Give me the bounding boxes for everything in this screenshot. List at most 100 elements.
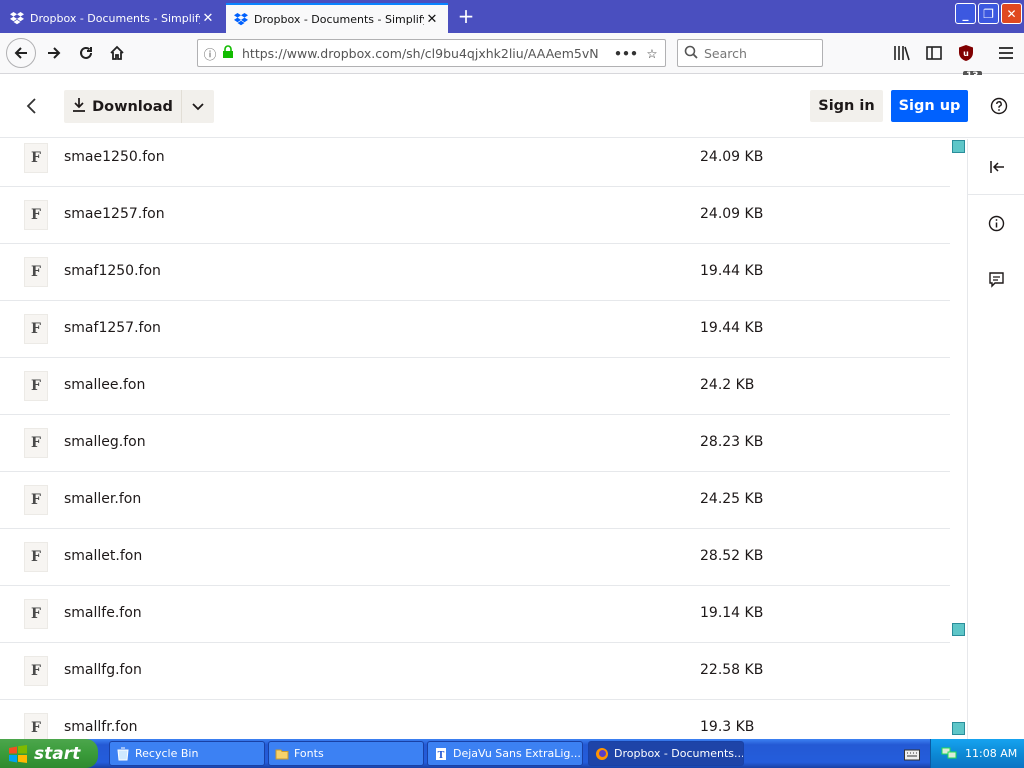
file-row[interactable]: Fsmallet.fon 28.52 KB xyxy=(0,529,950,586)
font-file-icon: F xyxy=(24,314,48,344)
close-window-button[interactable]: ✕ xyxy=(1001,3,1022,24)
font-file-icon: F xyxy=(24,428,48,458)
file-row[interactable]: Fsmallfg.fon 22.58 KB xyxy=(0,643,950,700)
font-file-icon: F xyxy=(24,371,48,401)
forward-arrow-icon[interactable] xyxy=(40,39,68,67)
sign-in-button[interactable]: Sign in xyxy=(810,90,883,122)
recycle-bin-icon xyxy=(116,747,130,761)
search-placeholder: Search xyxy=(704,45,747,61)
network-tray-icon[interactable] xyxy=(941,745,957,762)
dropbox-favicon-icon xyxy=(234,12,248,26)
scrollbar-up-marker[interactable] xyxy=(952,140,965,153)
file-name[interactable]: smae1250.fon xyxy=(64,149,165,165)
scrollbar-down-marker[interactable] xyxy=(952,722,965,735)
library-icon[interactable] xyxy=(891,42,913,64)
file-name[interactable]: smallfr.fon xyxy=(64,719,138,735)
new-tab-icon[interactable]: + xyxy=(455,5,477,27)
file-row[interactable]: Fsmae1257.fon 24.09 KB xyxy=(0,187,950,244)
comment-icon[interactable] xyxy=(968,251,1024,307)
file-name[interactable]: smallee.fon xyxy=(64,377,145,393)
file-name[interactable]: smaf1257.fon xyxy=(64,320,161,336)
home-icon[interactable] xyxy=(103,39,131,67)
file-row[interactable]: Fsmalleg.fon 28.23 KB xyxy=(0,415,950,472)
file-name[interactable]: smaller.fon xyxy=(64,491,141,507)
download-icon xyxy=(72,97,86,116)
scrollbar-thumb-marker[interactable] xyxy=(952,623,965,636)
page-actions-icon[interactable]: ••• xyxy=(613,46,639,61)
taskbar-item-dejavu-font[interactable]: T DejaVu Sans ExtraLig... xyxy=(427,741,583,766)
close-tab-icon[interactable]: ✕ xyxy=(200,11,216,26)
lock-icon xyxy=(222,45,238,61)
url-bar[interactable]: ⓘ https://www.dropbox.com/sh/cl9bu4qjxhk… xyxy=(197,39,666,67)
font-file-icon: F xyxy=(24,656,48,686)
file-row[interactable]: Fsmallfe.fon 19.14 KB xyxy=(0,586,950,643)
file-row[interactable]: Fsmallee.fon 24.2 KB xyxy=(0,358,950,415)
file-row[interactable]: Fsmaf1257.fon 19.44 KB xyxy=(0,301,950,358)
minimize-window-button[interactable]: _ xyxy=(955,3,976,24)
url-text[interactable]: https://www.dropbox.com/sh/cl9bu4qjxhk2l… xyxy=(238,46,613,61)
font-file-icon: F xyxy=(24,257,48,287)
file-name[interactable]: smallfe.fon xyxy=(64,605,142,621)
back-chevron-icon[interactable] xyxy=(22,95,42,117)
font-file-icon: F xyxy=(24,485,48,515)
back-arrow-icon[interactable] xyxy=(6,38,36,68)
restore-window-button[interactable]: ❐ xyxy=(978,3,999,24)
browser-tab-active[interactable]: Dropbox - Documents - Simplify yo ✕ xyxy=(226,3,448,33)
browser-tab[interactable]: Dropbox - Documents - Simplify yo ✕ xyxy=(2,3,224,33)
task-label: DejaVu Sans ExtraLig... xyxy=(453,747,581,760)
file-name[interactable]: smae1257.fon xyxy=(64,206,165,222)
file-row[interactable]: Fsmallfr.fon 19.3 KB xyxy=(0,700,950,739)
file-size: 19.44 KB xyxy=(700,263,764,279)
task-label: Fonts xyxy=(294,747,324,760)
font-file-icon: T xyxy=(434,747,448,761)
file-name[interactable]: smalleg.fon xyxy=(64,434,146,450)
sidebar-toggle-icon[interactable] xyxy=(923,42,945,64)
info-icon[interactable]: ⓘ xyxy=(198,44,222,63)
collapse-sidebar-icon[interactable] xyxy=(968,139,1024,195)
windows-taskbar: start Recycle Bin Fonts T DejaVu Sans Ex… xyxy=(0,739,1024,768)
svg-text:T: T xyxy=(438,751,445,761)
file-name[interactable]: smaf1250.fon xyxy=(64,263,161,279)
font-file-icon: F xyxy=(24,599,48,629)
download-options-chevron-icon[interactable] xyxy=(181,90,214,123)
start-button[interactable]: start xyxy=(0,739,98,768)
folder-icon xyxy=(275,747,289,761)
font-file-icon: F xyxy=(24,713,48,739)
right-sidebar xyxy=(967,139,1024,739)
scrollbar[interactable] xyxy=(951,139,967,739)
file-size: 24.2 KB xyxy=(700,377,755,393)
file-row[interactable]: Fsmaf1250.fon 19.44 KB xyxy=(0,244,950,301)
file-size: 24.09 KB xyxy=(700,206,764,222)
hamburger-menu-icon[interactable] xyxy=(995,42,1017,64)
font-file-icon: F xyxy=(24,542,48,572)
windows-flag-icon xyxy=(8,744,28,763)
dropbox-favicon-icon xyxy=(10,11,24,25)
file-size: 28.52 KB xyxy=(700,548,764,564)
sign-up-button[interactable]: Sign up xyxy=(891,90,968,122)
download-button[interactable]: Download xyxy=(64,90,181,123)
file-row[interactable]: Fsmaller.fon 24.25 KB xyxy=(0,472,950,529)
firefox-icon xyxy=(595,747,609,761)
ublock-shield-icon[interactable]: u xyxy=(955,42,977,64)
close-tab-icon[interactable]: ✕ xyxy=(424,12,440,27)
file-list: Fsmae1250.fon 24.09 KB Fsmae1257.fon 24.09 … xyxy=(0,139,950,739)
font-file-icon: F xyxy=(24,200,48,230)
browser-tab-strip: Dropbox - Documents - Simplify yo ✕ Drop… xyxy=(0,0,1024,33)
taskbar-item-dropbox-firefox[interactable]: Dropbox - Documents... xyxy=(588,741,744,766)
taskbar-item-fonts[interactable]: Fonts xyxy=(268,741,424,766)
file-row[interactable]: Fsmae1250.fon 24.09 KB xyxy=(0,139,950,187)
reload-icon[interactable] xyxy=(72,39,100,67)
help-icon[interactable] xyxy=(990,97,1008,115)
file-size: 19.14 KB xyxy=(700,605,764,621)
taskbar-item-recycle-bin[interactable]: Recycle Bin xyxy=(109,741,265,766)
search-input[interactable]: Search xyxy=(677,39,823,67)
system-tray: 11:08 AM xyxy=(930,739,1024,768)
tab-title: Dropbox - Documents - Simplify yo xyxy=(254,12,424,26)
file-name[interactable]: smallfg.fon xyxy=(64,662,142,678)
download-label: Download xyxy=(92,98,173,115)
keyboard-icon[interactable] xyxy=(904,746,920,761)
browser-navigation-bar: ⓘ https://www.dropbox.com/sh/cl9bu4qjxhk… xyxy=(0,33,1024,81)
info-icon[interactable] xyxy=(968,195,1024,251)
bookmark-star-icon[interactable]: ☆ xyxy=(639,46,665,61)
file-name[interactable]: smallet.fon xyxy=(64,548,142,564)
